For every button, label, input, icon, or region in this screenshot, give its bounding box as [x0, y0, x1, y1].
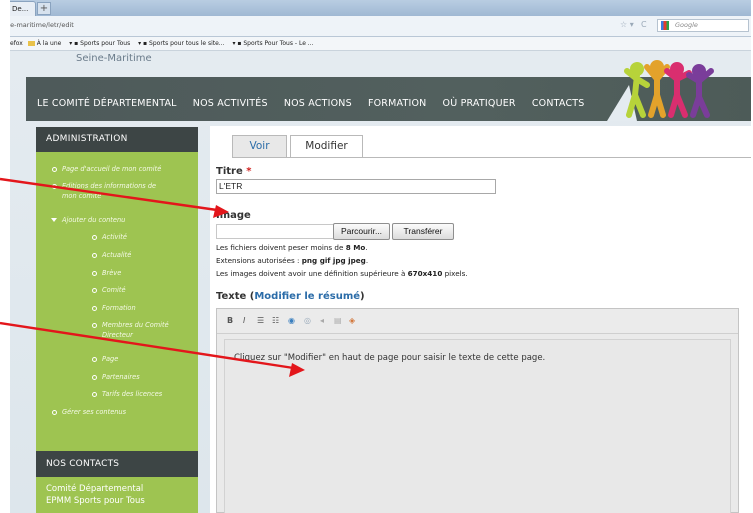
- bookmark-item[interactable]: ▾ ▪ Sports pour Tous: [69, 40, 133, 47]
- tab-strip: De... +: [10, 0, 751, 16]
- bookmark-item[interactable]: ▾ ▪ Sports Pour Tous - Le ...: [232, 40, 316, 47]
- title-label: Titre *: [216, 166, 252, 177]
- help-size: Les fichiers doivent peser moins de 8 Mo…: [216, 243, 368, 252]
- nav-item-activites[interactable]: NOS ACTIVITÉS: [193, 98, 268, 109]
- tab-voir[interactable]: Voir: [232, 135, 287, 157]
- bold-button[interactable]: B: [227, 316, 233, 325]
- search-placeholder: Google: [675, 21, 698, 29]
- reload-icon[interactable]: C: [641, 20, 647, 29]
- nav-item-contacts[interactable]: CONTACTS: [532, 98, 585, 109]
- sidebar-item-comite[interactable]: Comité: [92, 285, 126, 295]
- admin-heading: ADMINISTRATION: [36, 127, 198, 152]
- image-icon[interactable]: ▤: [334, 316, 342, 325]
- url-text[interactable]: ne-maritime/letr/edit: [10, 21, 74, 29]
- italic-button[interactable]: I: [243, 316, 245, 325]
- sidebar-item-activite[interactable]: Activité: [92, 232, 127, 242]
- contacts-text: Comité Départemental EPMM Sports pour Tou…: [46, 484, 145, 506]
- anchor-icon[interactable]: ◂: [320, 316, 324, 325]
- sidebar-item-breve[interactable]: Brève: [92, 268, 121, 278]
- numbered-list-icon[interactable]: ☷: [272, 316, 279, 325]
- browse-button[interactable]: Parcourir...: [333, 223, 390, 240]
- tab-modifier[interactable]: Modifier: [290, 135, 363, 158]
- media-icon[interactable]: ◈: [349, 316, 355, 325]
- sidebar-item-partenaires[interactable]: Partenaires: [92, 372, 140, 382]
- required-marker: *: [246, 166, 252, 177]
- upload-button[interactable]: Transférer: [392, 223, 454, 240]
- tab-divider: [232, 157, 751, 158]
- dancing-figures-logo: [607, 60, 714, 121]
- address-bar[interactable]: ne-maritime/letr/edit ☆ ▾ C Google: [10, 16, 751, 37]
- sidebar-item-membres[interactable]: Membres du Comité Directeur: [92, 320, 169, 340]
- browser-window: De... + ne-maritime/letr/edit ☆ ▾ C Goog…: [10, 0, 751, 513]
- nav-item-comite[interactable]: LE COMITÉ DÉPARTEMENTAL: [37, 98, 177, 109]
- site-name: Seine-Maritime: [76, 53, 152, 64]
- bookmarks-bar: efox À la une ▾ ▪ Sports pour Tous ▾ ▪ S…: [10, 37, 751, 51]
- image-label: Image: [216, 210, 251, 221]
- rich-text-editor: B I ☰ ☷ ◉ ◎ ◂ ▤ ◈ Cliquez sur "Modifier"…: [216, 308, 739, 513]
- sidebar-item-formation[interactable]: Formation: [92, 303, 136, 313]
- new-tab-button[interactable]: +: [37, 2, 51, 15]
- edit-form: Voir Modifier Titre * L'ETR Image Parcou…: [210, 126, 751, 513]
- contacts-heading: NOS CONTACTS: [36, 451, 198, 477]
- sidebar-item-page[interactable]: Page: [92, 354, 118, 364]
- sidebar-item-gerer-contenus[interactable]: Gérer ses contenus: [52, 407, 126, 417]
- main-navigation: LE COMITÉ DÉPARTEMENTAL NOS ACTIVITÉS NO…: [26, 60, 751, 121]
- title-field[interactable]: L'ETR: [216, 179, 496, 194]
- nav-item-ou-pratiquer[interactable]: OÙ PRATIQUER: [443, 98, 516, 109]
- help-extensions: Extensions autorisées : png gif jpg jpeg…: [216, 256, 369, 265]
- sidebar-item-tarifs[interactable]: Tarifs des licences: [92, 389, 162, 399]
- google-icon: [661, 21, 669, 30]
- modifier-resume-link[interactable]: Modifier le résumé: [254, 291, 360, 302]
- nav-item-formation[interactable]: FORMATION: [368, 98, 427, 109]
- editor-body[interactable]: Cliquez sur "Modifier" en haut de page p…: [224, 339, 731, 513]
- editor-placeholder-text: Cliquez sur "Modifier" en haut de page p…: [234, 353, 546, 363]
- bookmark-item[interactable]: efox: [10, 40, 23, 47]
- sidebar-item-actualite[interactable]: Actualité: [92, 250, 131, 260]
- help-resolution: Les images doivent avoir une définition …: [216, 269, 468, 278]
- unlink-icon[interactable]: ◎: [304, 316, 311, 325]
- bullet-list-icon[interactable]: ☰: [257, 316, 264, 325]
- search-input[interactable]: Google: [657, 19, 749, 32]
- star-icon[interactable]: ☆ ▾: [620, 20, 634, 29]
- bookmark-item[interactable]: ▾ ▪ Sports pour tous le site...: [138, 40, 227, 47]
- sidebar-item-ajouter-contenu[interactable]: Ajouter du contenu: [51, 215, 125, 225]
- editor-toolbar: B I ☰ ☷ ◉ ◎ ◂ ▤ ◈: [217, 309, 738, 334]
- sidebar-item-editions[interactable]: Editions des informations de mon comité: [52, 181, 156, 201]
- insert-link-icon[interactable]: ◉: [288, 316, 295, 325]
- folder-icon: [27, 41, 35, 46]
- sidebar: ADMINISTRATION Page d'accueil de mon com…: [36, 127, 198, 513]
- bookmark-item[interactable]: À la une: [27, 40, 65, 47]
- file-path-field[interactable]: [216, 224, 333, 239]
- web-page: Seine-Maritime LE COMITÉ DÉPARTEMENTAL N…: [10, 51, 751, 513]
- browser-tab[interactable]: De...: [10, 1, 36, 16]
- texte-label: Texte (Modifier le résumé): [216, 291, 365, 302]
- sidebar-item-page-accueil[interactable]: Page d'accueil de mon comité: [52, 164, 161, 174]
- nav-item-actions[interactable]: NOS ACTIONS: [284, 98, 352, 109]
